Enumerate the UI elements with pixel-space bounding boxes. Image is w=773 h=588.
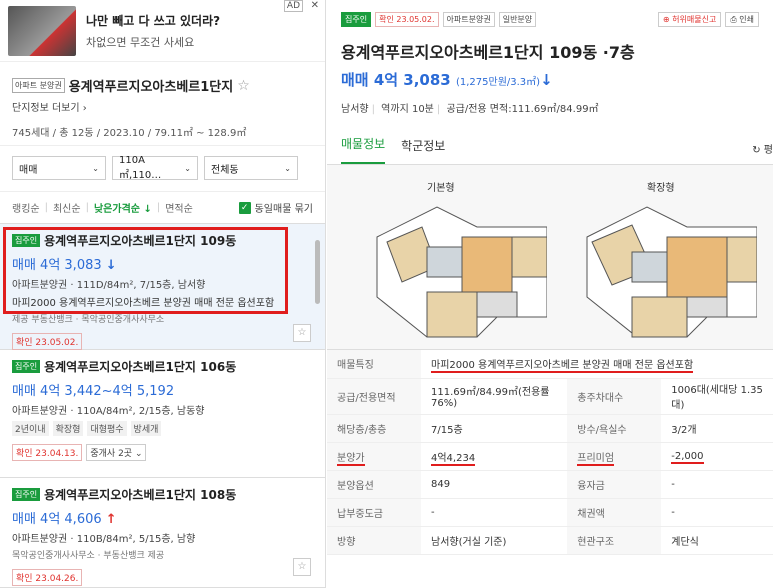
floor-plans: 기본형 확장형 xyxy=(327,165,773,350)
trade-type-select[interactable]: 매매 ⌄ xyxy=(12,156,106,180)
tab-listing-info[interactable]: 매물정보 xyxy=(341,135,386,164)
listing-price: 매매 4억 4,606 ↑ xyxy=(12,512,117,527)
table-row: 공급/전용면적 111.69㎡/84.99㎡(전용률76%) 총주차대수 100… xyxy=(327,378,773,415)
owner-badge: 집주인 xyxy=(341,12,372,27)
print-button[interactable]: ⎙ 인쇄 xyxy=(725,12,759,27)
list-item[interactable]: 집주인 용계역푸르지오아츠베르1단지 108동 매매 4억 4,606 ↑ 아파… xyxy=(0,478,325,588)
sale-type-badge: 일반분양 xyxy=(498,12,537,27)
detail-tabs: 매물정보 학군정보 ↻ 평 xyxy=(327,129,773,165)
feature-text: 마피2000 용계역푸르지오아츠베르 분양권 매매 전문 옵션포함 xyxy=(431,360,694,374)
highlight-box xyxy=(3,227,288,314)
listing-price: 매매 4억 3,442~4억 5,192 xyxy=(12,384,175,399)
complex-more-link[interactable]: 단지정보 더보기 › xyxy=(12,99,313,114)
confirm-date: 확인 23.05.02. xyxy=(12,333,83,350)
table-row: 분양옵션 849 융자금 - xyxy=(327,470,773,499)
detail-panel: 집주인 확인 23.05.02. 아파트분양권 일반분양 ⊕ 허위매물신고 ⎙ … xyxy=(327,0,773,588)
ad-title[interactable]: 나만 빼고 다 쓰고 있더라? xyxy=(86,12,220,29)
plan-label-basic: 기본형 xyxy=(427,183,455,194)
star-icon[interactable]: ☆ xyxy=(237,78,250,94)
type-badge: 아파트분양권 xyxy=(442,12,495,27)
unit-toggle-button[interactable]: ↻ 평 xyxy=(752,141,773,156)
complex-summary: 아파트 분양권 용계역푸르지오아츠베르1단지 ☆ 단지정보 더보기 › 745세… xyxy=(0,62,325,146)
listing-name[interactable]: 용계역푸르지오아츠베르1단지 106동 xyxy=(44,358,236,375)
dong-select[interactable]: 전체동 ⌄ xyxy=(204,156,298,180)
listing-desc: 아파트분양권 · 110A/84m², 2/15층, 남동향 xyxy=(12,406,205,417)
listing-desc: 아파트분양권 · 110B/84m², 5/15층, 남향 xyxy=(12,534,196,545)
sort-low-price[interactable]: 낮은가격순 ↓ xyxy=(94,200,152,215)
table-row: 해당층/총층 7/15층 방수/욕실수 3/2개 xyxy=(327,414,773,443)
ad-banner[interactable]: 나만 빼고 다 쓰고 있더라? 차없으면 무조건 사세요 AD ✕ xyxy=(0,0,325,62)
close-icon[interactable]: ✕ xyxy=(311,0,319,11)
list-item[interactable]: 집주인 용계역푸르지오아츠베르1단지 106동 매매 4억 3,442~4억 5… xyxy=(0,350,325,478)
report-button[interactable]: ⊕ 허위매물신고 xyxy=(657,12,722,27)
detail-title: 용계역푸르지오아츠베르1단지 109동 ·7층 xyxy=(341,43,635,62)
group-same-listings-checkbox[interactable]: ✓ 동일매물 묶기 xyxy=(238,200,313,215)
table-row: 방향 남서향(거실 기준) 현관구조 계단식 xyxy=(327,526,773,555)
sort-bar: 랭킹순 | 최신순 | 낮은가격순 ↓ | 면적순 ✓ 동일매물 묶기 xyxy=(0,192,325,224)
listing-name[interactable]: 용계역푸르지오아츠베르1단지 108동 xyxy=(44,486,236,503)
table-row: 납부중도금 - 채권액 - xyxy=(327,498,773,527)
ad-badge: AD xyxy=(283,0,303,12)
area-select[interactable]: 110A㎡,110… ⌄ xyxy=(112,155,198,181)
brokers-dropdown[interactable]: 중개사 2곳 ⌄ xyxy=(86,444,147,461)
floor-plan-basic[interactable] xyxy=(367,197,547,347)
list-item[interactable]: 집주인 용계역푸르지오아츠베르1단지 109동 매매 4억 3,083 ↓ 아파… xyxy=(0,224,325,350)
complex-info: 745세대 / 총 12동 / 2023.10 / 79.11㎡ ~ 128.9… xyxy=(12,128,247,139)
listing-agent: 목악공인중개사사무소 · 부동산뱅크 제공 xyxy=(12,551,165,561)
feature-chip: 대형평수 xyxy=(87,421,127,436)
tab-school-info[interactable]: 학군정보 xyxy=(401,137,445,164)
chevron-down-icon: ⌄ xyxy=(92,163,99,173)
sort-area[interactable]: 면적순 xyxy=(165,200,193,215)
detail-table: 매물특징 마피2000 용계역푸르지오아츠베르 분양권 매매 전문 옵션포함 공… xyxy=(327,350,773,555)
feature-chip: 확장형 xyxy=(52,421,84,436)
sort-ranking[interactable]: 랭킹순 xyxy=(12,200,40,215)
detail-price: 매매 4억 3,083 (1,275만원/3.3㎡)↓ xyxy=(341,71,553,89)
owner-badge: 집주인 xyxy=(12,488,41,501)
complex-name: 용계역푸르지오아츠베르1단지 xyxy=(68,80,234,95)
chevron-down-icon: ⌄ xyxy=(184,163,191,173)
plan-label-extended: 확장형 xyxy=(647,183,675,194)
check-icon: ✓ xyxy=(238,201,251,214)
detail-meta: 남서향 | 역까지 10분 | 공급/전용 면적:111.69㎡/84.99㎡ xyxy=(341,104,599,115)
confirm-date: 확인 23.04.13. xyxy=(12,444,83,461)
ad-image[interactable] xyxy=(8,5,76,56)
confirm-badge: 확인 23.05.02. xyxy=(375,12,439,27)
chevron-down-icon: ⌄ xyxy=(284,163,291,173)
sort-latest[interactable]: 최신순 xyxy=(53,200,81,215)
table-row: 분양가 4억4,234 프리미엄 -2,000 xyxy=(327,442,773,471)
feature-chip: 2년이내 xyxy=(12,421,49,436)
complex-type-tag: 아파트 분양권 xyxy=(12,78,65,93)
arrow-down-icon: ↓ xyxy=(540,71,553,89)
feature-chip: 방세개 xyxy=(130,421,162,436)
floor-plan-extended[interactable] xyxy=(577,197,757,347)
confirm-date: 확인 23.04.26. xyxy=(12,569,83,586)
arrow-up-icon: ↑ xyxy=(105,512,117,527)
scrollbar[interactable] xyxy=(315,240,320,304)
favorite-star-icon[interactable]: ☆ xyxy=(293,324,311,342)
ad-subtitle[interactable]: 차없으면 무조건 사세요 xyxy=(86,34,220,50)
filter-bar: 매매 ⌄ 110A㎡,110… ⌄ 전체동 ⌄ xyxy=(0,146,325,192)
owner-badge: 집주인 xyxy=(12,360,41,373)
listing-panel: 나만 빼고 다 쓰고 있더라? 차없으면 무조건 사세요 AD ✕ 아파트 분양… xyxy=(0,0,326,588)
favorite-star-icon[interactable]: ☆ xyxy=(293,558,311,576)
table-row: 매물특징 마피2000 용계역푸르지오아츠베르 분양권 매매 전문 옵션포함 xyxy=(327,350,773,379)
